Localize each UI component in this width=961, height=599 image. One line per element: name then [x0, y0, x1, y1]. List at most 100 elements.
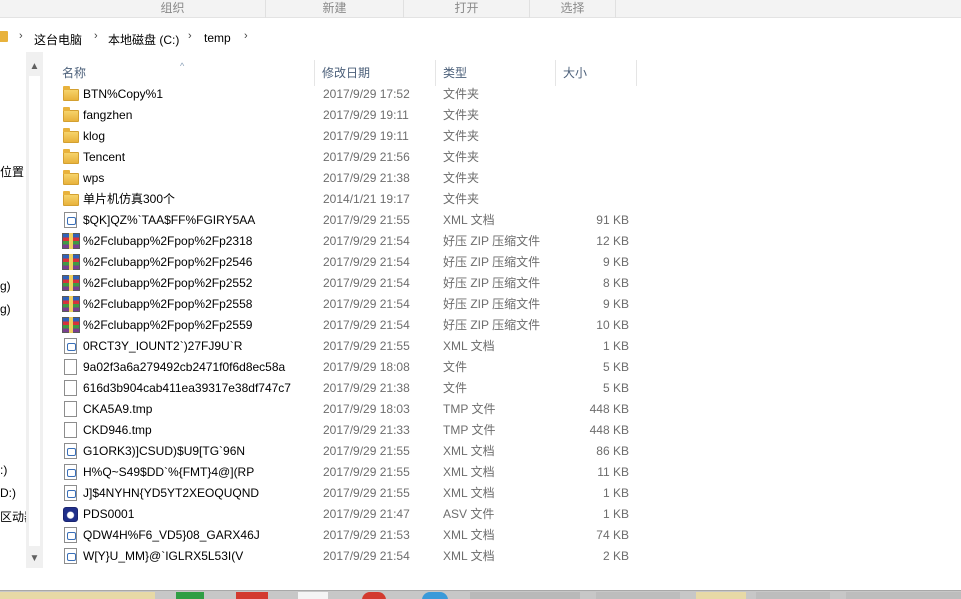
file-name: CKA5A9.tmp [83, 402, 153, 416]
nav-item[interactable]: D:) [0, 486, 16, 500]
taskbar-app-button[interactable] [756, 592, 830, 599]
file-row[interactable]: 9a02f3a6a279492cb2471f0f6d8ec58a 2017/9/2… [58, 357, 638, 378]
file-name: %2Fclubapp%2Fpop%2Fp2318 [83, 234, 253, 248]
breadcrumb-separator[interactable]: › [19, 30, 23, 42]
nav-item[interactable]: g) [0, 279, 11, 293]
zip-archive-icon [62, 254, 80, 270]
file-row[interactable]: W[Y}U_MM}@`IGLRX5L53I(V 2017/9/29 21:54 XM… [58, 546, 638, 567]
taskbar-app-button[interactable] [422, 592, 448, 599]
file-date: 2017/9/29 21:54 [323, 234, 410, 248]
column-header-type[interactable]: 类型 [436, 60, 556, 86]
file-row[interactable]: PDS0001 2017/9/29 21:47 ASV 文件 1 KB [58, 504, 638, 525]
file-row[interactable]: 616d3b904cab411ea39317e38df747c7 2017/9/2… [58, 378, 638, 399]
file-date: 2017/9/29 21:38 [323, 381, 410, 395]
nav-item[interactable]: g) [0, 302, 11, 316]
scroll-thumb[interactable] [29, 76, 40, 546]
ribbon-group-organize: 组织 [80, 0, 266, 18]
file-row[interactable]: fangzhen 2017/9/29 19:11 文件夹 [58, 105, 638, 126]
file-row[interactable]: %2Fclubapp%2Fpop%2Fp2318 2017/9/29 21:54 好… [58, 231, 638, 252]
file-name: %2Fclubapp%2Fpop%2Fp2546 [83, 255, 253, 269]
sort-ascending-icon: ^ [180, 61, 185, 71]
file-date: 2017/9/29 21:54 [323, 549, 410, 563]
file-type: 好压 ZIP 压缩文件 [443, 234, 541, 248]
file-date: 2017/9/29 21:54 [323, 297, 410, 311]
file-size [558, 189, 629, 210]
file-row[interactable]: BTN%Copy%1 2017/9/29 17:52 文件夹 [58, 84, 638, 105]
file-date: 2017/9/29 21:47 [323, 507, 410, 521]
file-name: %2Fclubapp%2Fpop%2Fp2552 [83, 276, 253, 290]
file-type: 文件 [443, 381, 468, 395]
taskbar-app-button[interactable] [596, 592, 680, 599]
file-row[interactable]: %2Fclubapp%2Fpop%2Fp2546 2017/9/29 21:54 好… [58, 252, 638, 273]
taskbar-app-button[interactable] [470, 592, 580, 599]
column-header-size-label: 大小 [563, 66, 588, 80]
xml-document-icon [64, 464, 77, 480]
address-bar[interactable]: › 这台电脑 › 本地磁盘 (C:) › temp › [0, 26, 961, 50]
file-size: 1 KB [602, 486, 629, 500]
xml-document-icon [64, 485, 77, 501]
file-row[interactable]: 0RCT3Y_IOUNT2`)27FJ9U`R 2017/9/29 21:55 XM… [58, 336, 638, 357]
taskbar [0, 590, 961, 599]
file-row[interactable]: %2Fclubapp%2Fpop%2Fp2558 2017/9/29 21:54 好… [58, 294, 638, 315]
scroll-up-icon[interactable]: ▲ [26, 58, 43, 75]
folder-icon [63, 86, 79, 101]
column-header-date[interactable]: 修改日期 [315, 60, 436, 86]
nav-item[interactable]: :) [0, 463, 7, 477]
taskbar-app-button[interactable] [298, 592, 328, 599]
breadcrumb-this-pc[interactable]: 这台电脑 [34, 31, 82, 48]
file-type: 文件 [443, 360, 468, 374]
file-size: 86 KB [596, 444, 629, 458]
nav-item[interactable]: 位置 [0, 163, 24, 180]
breadcrumb-temp[interactable]: temp [204, 31, 231, 45]
file-row[interactable]: H%Q~S49$DD`%{FMT}4@](RP 2017/9/29 21:55 XM… [58, 462, 638, 483]
file-size: 11 KB [597, 465, 629, 479]
file-row[interactable]: G1ORK3)]CSUD)$U9[TG`96N 2017/9/29 21:55 XM… [58, 441, 638, 462]
breadcrumb-separator[interactable]: › [94, 30, 98, 42]
scroll-down-icon[interactable]: ▼ [26, 550, 43, 567]
file-icon [64, 401, 77, 417]
zip-archive-icon [62, 233, 80, 249]
xml-document-icon [64, 548, 77, 564]
file-type: 好压 ZIP 压缩文件 [443, 255, 541, 269]
navigation-pane: 位置 g) g) :) D:) 区动器 [0, 52, 36, 568]
taskbar-app-button[interactable] [696, 592, 746, 599]
file-name: %2Fclubapp%2Fpop%2Fp2559 [83, 318, 253, 332]
column-header-size[interactable]: 大小 [556, 60, 637, 86]
column-header-name[interactable]: ^ 名称 [44, 60, 315, 86]
xml-document-icon [64, 338, 77, 354]
breadcrumb-local-disk[interactable]: 本地磁盘 (C:) [108, 31, 179, 48]
xml-document-icon [64, 527, 77, 543]
file-row[interactable]: CKA5A9.tmp 2017/9/29 18:03 TMP 文件 448 KB [58, 399, 638, 420]
file-name: W[Y}U_MM}@`IGLRX5L53I(V [83, 549, 244, 563]
file-row[interactable]: 单片机仿真300个 2014/1/21 19:17 文件夹 [58, 189, 638, 210]
file-row[interactable]: Tencent 2017/9/29 21:56 文件夹 [58, 147, 638, 168]
file-date: 2017/9/29 19:11 [323, 108, 409, 122]
file-row[interactable]: klog 2017/9/29 19:11 文件夹 [58, 126, 638, 147]
file-type: XML 文档 [443, 528, 495, 542]
file-type: XML 文档 [443, 465, 495, 479]
file-row[interactable]: CKD946.tmp 2017/9/29 21:33 TMP 文件 448 KB [58, 420, 638, 441]
file-type: 文件夹 [443, 108, 480, 122]
file-type: 文件夹 [443, 129, 480, 143]
taskbar-explorer-button[interactable] [0, 592, 155, 599]
file-row[interactable]: %2Fclubapp%2Fpop%2Fp2552 2017/9/29 21:54 好… [58, 273, 638, 294]
file-size [558, 84, 629, 105]
file-row[interactable]: $QK]QZ%`TAA$FF%FGIRY5AA 2017/9/29 21:55 XM… [58, 210, 638, 231]
folder-icon [63, 149, 79, 164]
file-size: 1 KB [602, 339, 629, 353]
file-row[interactable]: %2Fclubapp%2Fpop%2Fp2559 2017/9/29 21:54 好… [58, 315, 638, 336]
breadcrumb-separator[interactable]: › [244, 30, 248, 42]
breadcrumb-separator[interactable]: › [188, 30, 192, 42]
taskbar-app-button[interactable] [236, 592, 268, 599]
file-type: XML 文档 [443, 486, 495, 500]
file-type: TMP 文件 [443, 402, 496, 416]
file-row[interactable]: J]$4NYHN{YD5YT2XEOQUQND 2017/9/29 21:55 XM… [58, 483, 638, 504]
file-row[interactable]: wps 2017/9/29 21:38 文件夹 [58, 168, 638, 189]
taskbar-app-button[interactable] [176, 592, 204, 599]
ribbon-group-select: 选择 [530, 0, 616, 18]
nav-scrollbar[interactable]: ▲ ▼ [26, 52, 43, 568]
file-type: XML 文档 [443, 339, 495, 353]
taskbar-app-button[interactable] [362, 592, 386, 599]
file-row[interactable]: QDW4H%F6_VD5}08_GARX46J 2017/9/29 21:53 XM… [58, 525, 638, 546]
taskbar-app-button[interactable] [846, 592, 961, 599]
